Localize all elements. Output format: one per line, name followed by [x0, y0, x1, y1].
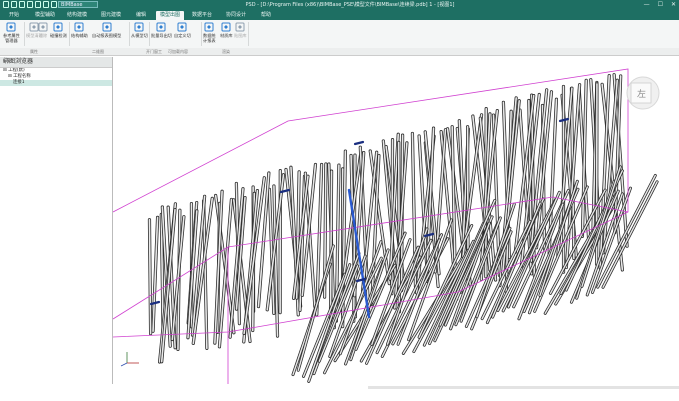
tab-1[interactable]: 模型辅助 — [32, 11, 58, 20]
ribbon-separator — [69, 22, 70, 46]
ribbon-button-label: 管理器 — [5, 38, 18, 43]
props-manager-icon — [6, 22, 16, 32]
ribbon-button-label: 从模型切 — [131, 33, 148, 38]
coordinate-axes — [120, 352, 139, 367]
maximize-button[interactable]: ☐ — [658, 1, 663, 9]
status-bar — [0, 384, 679, 401]
panel-controls[interactable]: ▾ ✕ — [3, 58, 109, 66]
window-title: PSD - [D:\Program Files (x86)\BIMBase_PS… — [245, 2, 455, 8]
custom-cut-icon — [177, 22, 187, 32]
ribbon-button-11[interactable]: 贴图库 — [234, 22, 247, 38]
open-file-icon[interactable] — [19, 1, 25, 8]
rebar-bar-fill — [297, 245, 335, 371]
minimize-button[interactable]: — — [644, 1, 650, 9]
quick-access-toolbar — [3, 1, 65, 8]
rebar-model-view[interactable]: 左 — [113, 57, 679, 384]
ribbon-button-7[interactable]: 批量导出切 — [151, 22, 172, 38]
ribbon-button-label: 自定义切 — [174, 33, 191, 38]
ribbon-group-labels: 属性 二维图 开门窗工 可加载内容 渲染 — [0, 48, 679, 56]
ribbon-button-label: 自动报表图模型 — [92, 33, 122, 38]
horizontal-scrollbar[interactable] — [368, 386, 679, 389]
new-file-icon[interactable] — [11, 1, 17, 8]
ribbon-button-0[interactable]: 参考属性 管理器 — [3, 22, 20, 43]
drawing-browser-panel: 绑图浏览器 ▾ ✕ ⊟ 工程(默) ⊟ 工程名称 连接1 — [0, 57, 113, 385]
collision-icon — [53, 22, 63, 32]
save-icon[interactable] — [27, 1, 33, 8]
ribbon-group-label: 属性 — [30, 49, 38, 54]
rebar-group — [147, 73, 659, 383]
ribbon-separator — [149, 22, 150, 46]
material-icon — [221, 22, 231, 32]
texture-icon — [235, 22, 245, 32]
ribbon-button-4[interactable]: 结构辅助 — [71, 22, 88, 38]
view-cube-label: 左 — [637, 88, 646, 100]
model-tree: ⊟ 工程(默) ⊟ 工程名称 连接1 — [0, 68, 112, 86]
tab-5[interactable]: 模型出图 — [156, 11, 184, 20]
close-button[interactable]: ✕ — [671, 1, 676, 9]
ribbon-button-3[interactable]: 碰撞检测 — [50, 22, 67, 38]
ribbon-group-label: 开门窗工 — [146, 49, 162, 54]
ribbon-separator — [24, 22, 25, 46]
tab-0[interactable]: 开始 — [4, 11, 24, 20]
ribbon-separator — [248, 22, 249, 46]
ribbon-button-label: 批量导出切 — [151, 33, 172, 38]
undo-icon[interactable] — [51, 1, 57, 8]
ribbon-button-8[interactable]: 自定义切 — [174, 22, 191, 38]
title-bar: BIMBase PSD - [D:\Program Files (x86)\BI… — [0, 0, 679, 10]
panel-header: 绑图浏览器 ▾ ✕ — [0, 57, 112, 68]
ribbon-separator — [129, 22, 130, 46]
ribbon-button-label: 计报表 — [203, 38, 216, 43]
ribbon-separator — [201, 22, 202, 46]
print-icon[interactable] — [43, 1, 49, 8]
cube-icon — [74, 22, 84, 32]
report-icon — [102, 22, 112, 32]
export-icon — [156, 22, 166, 32]
erase-icon — [38, 22, 48, 32]
ribbon-button-label: 材质库 — [220, 33, 233, 38]
3d-viewport[interactable]: 左 — [113, 57, 679, 384]
ribbon-group-label: 渲染 — [222, 49, 230, 54]
ribbon-button-2[interactable]: 消除 — [38, 22, 48, 38]
tab-4[interactable]: 编辑 — [131, 11, 151, 20]
ribbon-group-label: 可加载内容 — [168, 49, 188, 54]
workspace-combo[interactable]: BIMBase — [58, 1, 98, 8]
tab-2[interactable]: 结构建模 — [63, 11, 91, 20]
rebar-marker — [353, 140, 365, 146]
ribbon-button-5[interactable]: 自动报表图模型 — [92, 22, 121, 38]
y-axis — [120, 362, 128, 367]
tab-7[interactable]: 协同设计 — [222, 11, 250, 20]
ribbon-button-9[interactable]: 数据统 计报表 — [203, 22, 216, 43]
view-cube[interactable]: 左 — [626, 76, 660, 110]
ribbon-button-label: 结构辅助 — [71, 33, 88, 38]
rebar-marker — [149, 300, 161, 306]
tab-8[interactable]: 帮助 — [256, 11, 276, 20]
ribbon-tabs: 开始 模型辅助 结构建模 图元建模 编辑 模型出图 数据平台 协同设计 帮助 — [0, 10, 679, 20]
save-as-icon[interactable] — [35, 1, 41, 8]
stats-icon — [204, 22, 214, 32]
cut-icon — [134, 22, 144, 32]
ribbon-group-label: 二维图 — [92, 49, 104, 54]
ribbon-button-label: 贴图库 — [234, 33, 247, 38]
ribbon-button-10[interactable]: 材质库 — [220, 22, 233, 38]
tree-node[interactable]: 连接1 — [0, 80, 112, 86]
ribbon-panel: 参考属性 管理器 模型清理 消除 碰撞检测 结构辅助 自动报表图模型 从模型切 批量导出切 自定义… — [0, 20, 679, 48]
rebar-marker — [558, 117, 570, 123]
ribbon-button-label: 碰撞检测 — [50, 33, 67, 38]
tab-6[interactable]: 数据平台 — [188, 11, 216, 20]
app-menu-icon[interactable] — [3, 1, 9, 8]
ribbon-button-6[interactable]: 从模型切 — [131, 22, 148, 38]
tab-3[interactable]: 图元建模 — [97, 11, 125, 20]
ribbon-button-label: 消除 — [38, 33, 48, 38]
